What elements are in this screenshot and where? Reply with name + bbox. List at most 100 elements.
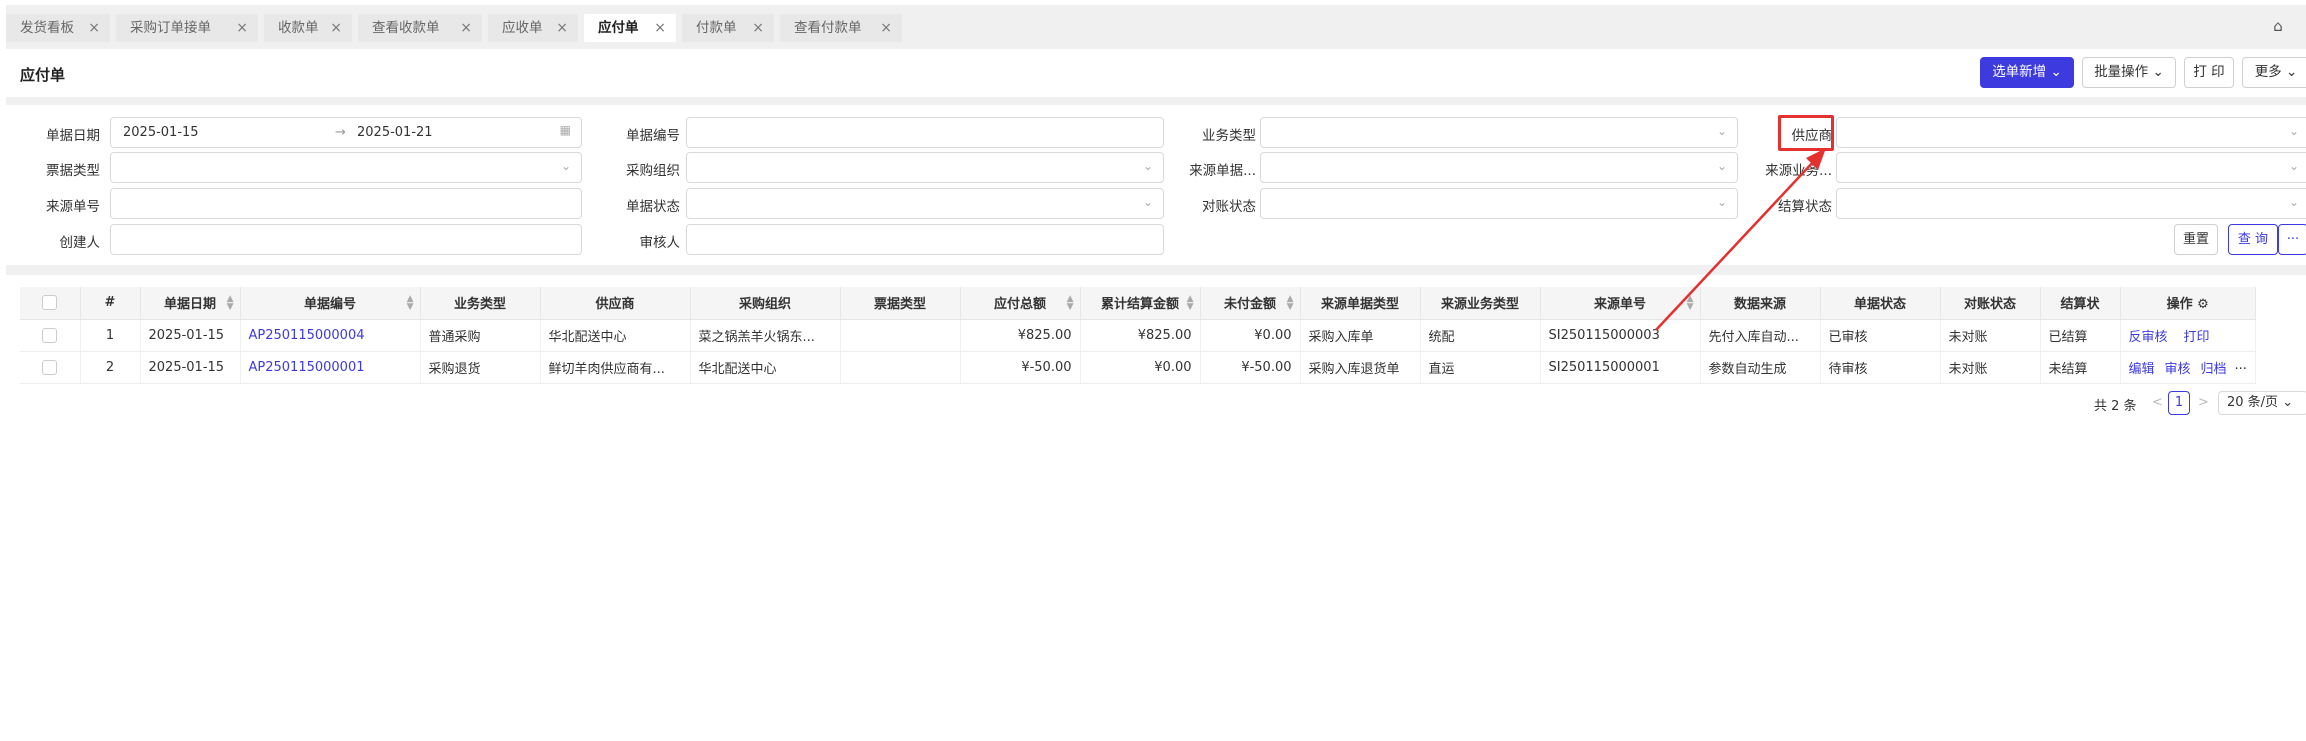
close-icon[interactable]: × xyxy=(654,14,666,42)
recon-status-select[interactable]: ⌄ xyxy=(1260,188,1738,219)
print-action[interactable]: 打印 xyxy=(2184,330,2210,345)
sort-icon[interactable]: ▲ ▼ xyxy=(1187,295,1194,312)
close-icon[interactable]: × xyxy=(880,14,892,42)
tab-label: 应付单 xyxy=(598,20,639,36)
cell-supplier: 鲜切羊肉供应商有... xyxy=(540,351,691,384)
more-actions-icon[interactable]: ··· xyxy=(2235,362,2247,377)
col-settled[interactable]: 累计结算金额 ▲ ▼ xyxy=(1080,287,1201,320)
biz-type-select[interactable]: ⌄ xyxy=(1260,117,1738,148)
print-button[interactable]: 打 印 xyxy=(2184,57,2234,88)
doc-no-input[interactable] xyxy=(686,117,1164,148)
doc-no-label: 单据编号 xyxy=(626,128,680,144)
tab-payable[interactable]: 应付单 × xyxy=(584,14,676,42)
invoice-type-select[interactable]: ⌄ xyxy=(110,152,582,183)
batch-actions-button[interactable]: 批量操作 ⌄ xyxy=(2082,57,2176,88)
divider xyxy=(6,265,2306,275)
audit-action[interactable]: 审核 xyxy=(2165,362,2191,377)
cell-settle: 已结算 xyxy=(2040,319,2121,352)
col-total[interactable]: 应付总额 ▲ ▼ xyxy=(960,287,1081,320)
cell-settled: ¥0.00 xyxy=(1080,351,1201,384)
col-doc-date[interactable]: 单据日期 ▲ ▼ xyxy=(140,287,241,320)
sort-icon[interactable]: ▲ ▼ xyxy=(1287,295,1294,312)
close-icon[interactable]: × xyxy=(556,14,568,42)
col-source-no[interactable]: 来源单号 ▲ ▼ xyxy=(1540,287,1701,320)
doc-date-range-picker[interactable]: 2025-01-15 → 2025-01-21 ▦ xyxy=(110,117,582,148)
edit-action[interactable]: 编辑 xyxy=(2129,362,2155,377)
tab-payment[interactable]: 付款单 × xyxy=(682,14,774,42)
col-unpaid[interactable]: 未付金额 ▲ ▼ xyxy=(1200,287,1301,320)
col-biz-type: 业务类型 xyxy=(420,287,541,320)
source-biz-select[interactable]: ⌄ xyxy=(1836,152,2306,183)
cell-org: 菜之锅羔羊火锅东... xyxy=(690,319,841,352)
next-page-icon[interactable]: > xyxy=(2198,395,2209,410)
gear-icon[interactable]: ⚙ xyxy=(2197,297,2209,312)
doc-no-link[interactable]: AP250115000001 xyxy=(249,360,365,375)
cell-data-src: 先付入库自动... xyxy=(1700,319,1821,352)
tab-bar: 发货看板 × 采购订单接单 × 收款单 × 查看收款单 × 应收单 × 应付单 × 付款单 ×… xyxy=(6,5,2306,49)
row-select-cell[interactable] xyxy=(20,319,81,352)
tab-po-accept[interactable]: 采购订单接单 × xyxy=(116,14,258,42)
date-end: 2025-01-21 xyxy=(357,125,433,140)
chevron-down-icon: ⌄ xyxy=(2152,64,2164,80)
creator-input[interactable] xyxy=(110,224,582,255)
col-doc-status: 单据状态 xyxy=(1820,287,1941,320)
select-all-checkbox[interactable] xyxy=(42,295,58,311)
more-button[interactable]: 更多 ⌄ xyxy=(2242,57,2306,88)
sort-icon[interactable]: ▲ ▼ xyxy=(227,295,234,312)
date-start: 2025-01-15 xyxy=(123,125,199,140)
tab-receivable[interactable]: 应收单 × xyxy=(488,14,578,42)
home-icon[interactable]: ⌂ xyxy=(2268,17,2288,37)
tab-delivery-board[interactable]: 发货看板 × xyxy=(6,14,110,42)
sort-icon[interactable]: ▲ ▼ xyxy=(1067,295,1074,312)
tab-view-receipt[interactable]: 查看收款单 × xyxy=(358,14,482,42)
source-doc-type-select[interactable]: ⌄ xyxy=(1260,152,1738,183)
cell-supplier: 华北配送中心 xyxy=(540,319,691,352)
cell-src-type: 采购入库单 xyxy=(1300,319,1421,352)
tab-view-payment[interactable]: 查看付款单 × xyxy=(780,14,902,42)
auditor-input[interactable] xyxy=(686,224,1164,255)
reset-button[interactable]: 重置 xyxy=(2174,224,2218,255)
row-select-cell[interactable] xyxy=(20,351,81,384)
query-button[interactable]: 查 询 xyxy=(2228,224,2278,255)
cell-unpaid: ¥-50.00 xyxy=(1200,351,1301,384)
close-icon[interactable]: × xyxy=(236,14,248,42)
button-label: 批量操作 xyxy=(2094,64,2149,80)
col-source-biz-type: 来源业务类型 xyxy=(1420,287,1541,320)
close-icon[interactable]: × xyxy=(330,14,342,42)
close-icon[interactable]: × xyxy=(88,14,100,42)
supplier-select[interactable]: ⌄ xyxy=(1836,117,2306,148)
col-label: 单据日期 xyxy=(163,297,216,313)
unaudit-action[interactable]: 反审核 xyxy=(2129,330,2168,345)
select-all-cell[interactable] xyxy=(20,287,81,320)
doc-status-select[interactable]: ⌄ xyxy=(686,188,1164,219)
close-icon[interactable]: × xyxy=(460,14,472,42)
row-checkbox[interactable] xyxy=(42,327,58,343)
sort-icon[interactable]: ▲ ▼ xyxy=(407,295,414,312)
purchase-org-select[interactable]: ⌄ xyxy=(686,152,1164,183)
row-index: 1 xyxy=(80,319,141,352)
doc-no-link[interactable]: AP250115000004 xyxy=(249,328,365,343)
chevron-down-icon: ⌄ xyxy=(2285,64,2298,80)
more-filters-button[interactable]: ··· xyxy=(2278,224,2306,255)
col-doc-no[interactable]: 单据编号 ▲ ▼ xyxy=(240,287,421,320)
select-new-button[interactable]: 选单新增 ⌄ xyxy=(1980,57,2074,88)
col-recon-status: 对账状态 xyxy=(1940,287,2041,320)
close-icon[interactable]: × xyxy=(752,14,764,42)
page-1-button[interactable]: 1 xyxy=(2168,391,2190,415)
cell-status: 待审核 xyxy=(1820,351,1941,384)
source-no-input[interactable] xyxy=(110,188,582,219)
tab-label: 应收单 xyxy=(502,20,543,36)
tab-receipt[interactable]: 收款单 × xyxy=(264,14,352,42)
cell-settled: ¥825.00 xyxy=(1080,319,1201,352)
archive-action[interactable]: 归档 xyxy=(2201,362,2227,377)
doc-status-label: 单据状态 xyxy=(626,199,680,215)
row-checkbox[interactable] xyxy=(42,359,58,375)
page-size-select[interactable]: 20 条/页 ⌄ xyxy=(2218,391,2306,415)
sort-icon[interactable]: ▲ ▼ xyxy=(1687,295,1694,312)
filter-panel: 单据日期 2025-01-15 → 2025-01-21 ▦ 单据编号 业务类型… xyxy=(6,105,2306,265)
settle-status-select[interactable]: ⌄ xyxy=(1836,188,2306,219)
prev-page-icon[interactable]: < xyxy=(2152,395,2163,410)
cell-src-no: SI250115000003 xyxy=(1540,319,1701,352)
button-label: 更多 xyxy=(2254,64,2282,80)
chevron-down-icon: ⌄ xyxy=(2050,64,2062,80)
